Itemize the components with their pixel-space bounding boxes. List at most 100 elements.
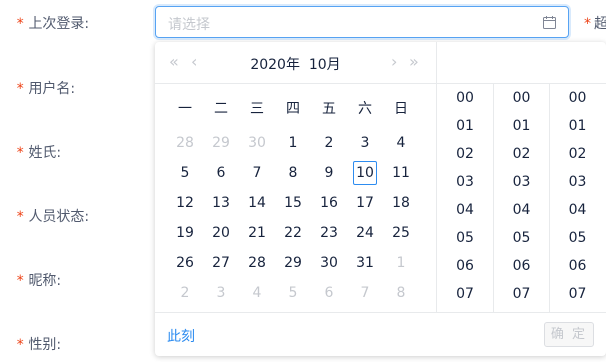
time-option[interactable]: 06 xyxy=(494,252,549,280)
day-cell[interactable]: 19 xyxy=(167,218,203,248)
day-cell[interactable]: 2 xyxy=(167,278,203,308)
weekday-label: 四 xyxy=(286,101,300,117)
time-option[interactable]: 01 xyxy=(437,112,493,140)
day-cell[interactable]: 7 xyxy=(239,158,275,188)
time-option[interactable]: 03 xyxy=(494,168,549,196)
time-option[interactable]: 02 xyxy=(437,140,493,168)
label-gender: * 性别: xyxy=(16,337,62,353)
time-option[interactable]: 03 xyxy=(550,168,605,196)
day-cell[interactable]: 1 xyxy=(275,128,311,158)
day-cell[interactable]: 5 xyxy=(275,278,311,308)
day-cell[interactable]: 27 xyxy=(203,248,239,278)
time-option[interactable]: 05 xyxy=(550,224,605,252)
day-cell[interactable]: 30 xyxy=(311,248,347,278)
day-cell[interactable]: 14 xyxy=(239,188,275,218)
time-option[interactable]: 06 xyxy=(550,252,605,280)
day-cell[interactable]: 2 xyxy=(311,128,347,158)
time-option[interactable]: 00 xyxy=(437,84,493,112)
weekday-label: 六 xyxy=(358,101,372,117)
time-option[interactable]: 05 xyxy=(494,224,549,252)
day-cell[interactable]: 22 xyxy=(275,218,311,248)
day-cell[interactable]: 3 xyxy=(203,278,239,308)
weekday-label: 五 xyxy=(322,101,336,117)
time-option[interactable]: 06 xyxy=(437,252,493,280)
time-option[interactable]: 00 xyxy=(494,84,549,112)
day-cell[interactable]: 1 xyxy=(383,248,419,278)
day-cell[interactable]: 29 xyxy=(203,128,239,158)
day-cell[interactable]: 4 xyxy=(239,278,275,308)
weekday-label: 日 xyxy=(394,101,408,117)
month-selector[interactable]: 10月 xyxy=(309,57,341,73)
day-grid: 28 29 30 1 2 3 4 5 6 7 8 9 10 11 12 13 14 15 16 17 18 19 20 21 2… xyxy=(167,128,419,308)
day-cell[interactable]: 13 xyxy=(203,188,239,218)
weekday-label: 三 xyxy=(250,101,264,117)
day-cell[interactable]: 8 xyxy=(275,158,311,188)
time-header xyxy=(437,42,606,84)
picker-footer: 此刻 确 定 xyxy=(155,312,606,356)
hour-column[interactable]: 00 01 02 03 04 05 06 07 xyxy=(437,84,493,312)
day-cell[interactable]: 28 xyxy=(167,128,203,158)
last-login-date-input[interactable]: 请选择 xyxy=(155,6,569,38)
time-option[interactable]: 02 xyxy=(494,140,549,168)
day-cell[interactable]: 6 xyxy=(203,158,239,188)
weekday-header: 一二三四五六日 xyxy=(167,98,419,118)
time-option[interactable]: 04 xyxy=(437,196,493,224)
next-month-button[interactable]: › xyxy=(391,54,397,70)
day-cell[interactable]: 12 xyxy=(167,188,203,218)
day-cell[interactable]: 9 xyxy=(311,158,347,188)
time-panel: 00 01 02 03 04 05 06 07 00 01 02 03 04 05 06 07 00 01 02… xyxy=(436,42,606,312)
date-input-placeholder: 请选择 xyxy=(168,17,210,33)
day-cell[interactable]: 17 xyxy=(347,188,383,218)
day-cell[interactable]: 21 xyxy=(239,218,275,248)
day-cell[interactable]: 7 xyxy=(347,278,383,308)
year-selector[interactable]: 2020年 xyxy=(250,57,300,73)
calendar-icon[interactable] xyxy=(543,16,556,29)
label-nickname: * 昵称: xyxy=(16,273,62,289)
time-option[interactable]: 01 xyxy=(550,112,605,140)
label-surname: * 姓氏: xyxy=(16,145,62,161)
time-option[interactable]: 02 xyxy=(550,140,605,168)
day-cell[interactable]: 3 xyxy=(347,128,383,158)
minute-column[interactable]: 00 01 02 03 04 05 06 07 xyxy=(493,84,549,312)
time-option[interactable]: 07 xyxy=(494,280,549,308)
label-person-status: * 人员状态: xyxy=(16,209,90,225)
day-cell[interactable]: 20 xyxy=(203,218,239,248)
weekday-label: 二 xyxy=(214,101,228,117)
day-cell[interactable]: 24 xyxy=(347,218,383,248)
day-cell[interactable]: 4 xyxy=(383,128,419,158)
weekday-label: 一 xyxy=(178,101,192,117)
label-last-login: * 上次登录: xyxy=(16,16,90,32)
time-option[interactable]: 00 xyxy=(550,84,605,112)
day-cell[interactable]: 26 xyxy=(167,248,203,278)
now-button[interactable]: 此刻 xyxy=(167,326,195,346)
picker-header: « ‹ 2020年 10月 › » xyxy=(155,42,436,84)
datetime-picker-panel: « ‹ 2020年 10月 › » 一二三四五六日 28 29 30 1 2 3 4 5 6 7 8… xyxy=(155,42,606,356)
day-cell[interactable]: 29 xyxy=(275,248,311,278)
time-option[interactable]: 05 xyxy=(437,224,493,252)
day-cell[interactable]: 5 xyxy=(167,158,203,188)
day-cell-today[interactable]: 10 xyxy=(347,158,383,188)
day-cell[interactable]: 23 xyxy=(311,218,347,248)
next-year-button[interactable]: » xyxy=(409,54,419,70)
time-option[interactable]: 07 xyxy=(550,280,605,308)
time-option[interactable]: 07 xyxy=(437,280,493,308)
time-option[interactable]: 01 xyxy=(494,112,549,140)
day-cell[interactable]: 28 xyxy=(239,248,275,278)
day-cell[interactable]: 8 xyxy=(383,278,419,308)
day-cell[interactable]: 25 xyxy=(383,218,419,248)
confirm-button[interactable]: 确 定 xyxy=(544,322,594,347)
label-right-truncated: * 超 xyxy=(584,16,606,32)
day-cell[interactable]: 16 xyxy=(311,188,347,218)
day-cell[interactable]: 30 xyxy=(239,128,275,158)
day-cell[interactable]: 15 xyxy=(275,188,311,218)
day-cell[interactable]: 31 xyxy=(347,248,383,278)
day-cell[interactable]: 18 xyxy=(383,188,419,218)
time-option[interactable]: 04 xyxy=(550,196,605,224)
second-column[interactable]: 00 01 02 03 04 05 06 07 xyxy=(549,84,605,312)
time-option[interactable]: 04 xyxy=(494,196,549,224)
label-username: * 用户名: xyxy=(16,81,76,97)
date-panel: « ‹ 2020年 10月 › » 一二三四五六日 28 29 30 1 2 3 4 5 6 7 8… xyxy=(155,42,436,312)
day-cell[interactable]: 6 xyxy=(311,278,347,308)
day-cell[interactable]: 11 xyxy=(383,158,419,188)
time-option[interactable]: 03 xyxy=(437,168,493,196)
